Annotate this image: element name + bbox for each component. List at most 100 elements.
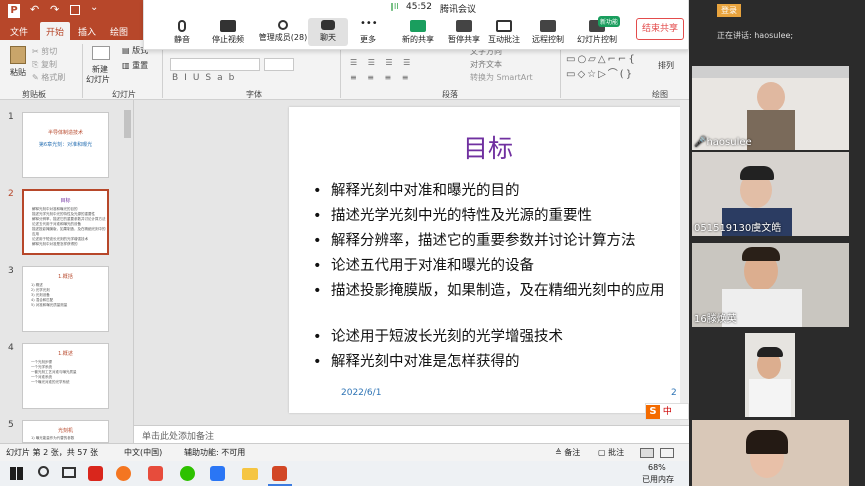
tab-insert[interactable]: 插入 — [78, 25, 96, 38]
thumbnail-title: 1.概括 — [58, 274, 73, 280]
slide-thumbnail[interactable]: 光刻机 1) 曝光能量作为代替的参数 — [22, 420, 109, 443]
end-share-button[interactable]: 结束共享 — [636, 18, 684, 40]
paragraph-group-label: 段落 — [442, 90, 458, 99]
paste-icon[interactable] — [10, 46, 26, 64]
slide-bullet[interactable]: • 解释光刻中对准是怎样获得的 — [313, 352, 663, 372]
paste-button[interactable]: 粘贴 — [10, 67, 26, 78]
quick-access-chevron-icon[interactable]: ⌄ — [90, 2, 98, 13]
new-feature-badge: 新功能 — [598, 16, 621, 27]
undo-icon[interactable]: ↶ — [30, 3, 39, 16]
arrange-button[interactable]: 排列 — [658, 60, 674, 71]
paragraph-list-icons[interactable]: ☰ ☰ ☰ ☰ — [350, 58, 414, 67]
stop-video-button[interactable]: 停止视频 — [208, 20, 248, 45]
paragraph-align-icons[interactable]: ≡ ≡ ≡ ≡ — [350, 73, 412, 82]
thumbnail-scrollbar[interactable] — [124, 110, 131, 138]
clipboard-group-label: 剪贴板 — [22, 90, 46, 99]
accessibility-status[interactable]: 辅助功能: 不可用 — [184, 447, 245, 458]
more-icon: ••• — [360, 18, 378, 29]
interactive-annotate-button[interactable]: 互动批注 — [484, 20, 524, 45]
cut-button[interactable]: ✂ 剪切 — [32, 46, 57, 57]
format-painter-button[interactable]: ✎ 格式刷 — [32, 72, 65, 83]
comments-toggle[interactable]: ▢ 批注 — [598, 447, 624, 458]
thumbnail-text: 1) 概述 2) 光学光刻 3) 光刻设备 4) 混合和匹配 5) 对准和曝光质量测量 — [31, 283, 68, 307]
pause-share-button[interactable]: 暂停共享 — [444, 20, 484, 45]
drawing-group-label: 绘图 — [652, 90, 668, 99]
smartart-button[interactable]: 转换为 SmartArt — [470, 72, 533, 83]
memory-label: 已用内存 — [642, 475, 674, 484]
participant-tile[interactable]: 🎤haosulee — [692, 66, 849, 150]
task-view-icon[interactable] — [62, 467, 76, 478]
manage-members-button[interactable]: 管理成员(28) — [258, 20, 308, 43]
app-red-icon[interactable] — [88, 466, 103, 481]
thumbnail-number: 3 — [8, 266, 14, 276]
new-slide-label: 幻灯片 — [86, 75, 110, 84]
app-orange-icon[interactable] — [148, 466, 163, 481]
taskbar: 68% 已用内存 — [0, 461, 689, 486]
reset-button[interactable]: ▥ 重置 — [122, 60, 148, 71]
windows-start-icon[interactable] — [10, 467, 23, 480]
new-slide-icon[interactable] — [92, 46, 110, 60]
thumbnail-number: 1 — [8, 112, 14, 122]
firefox-icon[interactable] — [116, 466, 131, 481]
slide-bullet[interactable]: • 解释光刻中对准和曝光的目的 — [313, 181, 663, 201]
current-slide[interactable]: 目标 • 解释光刻中对准和曝光的目的 • 描述光学光刻中光的特性及光源的重要性 • 解… — [289, 107, 687, 413]
folder-icon[interactable] — [242, 468, 258, 480]
app-logo: P — [8, 4, 20, 18]
powerpoint-icon[interactable] — [272, 466, 287, 481]
normal-view-icon[interactable] — [640, 448, 654, 458]
notes-pane[interactable]: 单击此处添加备注 — [134, 425, 689, 443]
font-size-box[interactable] — [264, 58, 294, 71]
participant-tile[interactable] — [692, 420, 849, 486]
pause-icon — [456, 20, 472, 32]
login-button[interactable]: 登录 — [717, 4, 741, 17]
slide-bullet[interactable]: • 论述用于短波长光刻的光学增强技术 — [313, 327, 663, 347]
slide-bullet[interactable]: • 解释分辨率，描述它的重要参数并讨论计算方法 — [313, 231, 675, 251]
tab-draw[interactable]: 绘图 — [110, 25, 128, 38]
slide-thumbnail[interactable]: 1.概述 一个光刻步骤 一个光学系统 一套光刻工艺对准与曝光质量 一个对准系统 一个曝光… — [22, 343, 109, 409]
font-name-box[interactable] — [170, 58, 260, 71]
tab-file[interactable]: 文件 — [10, 25, 28, 38]
tencent-meeting-icon[interactable] — [210, 466, 225, 481]
thumbnail-subtitle: 第6章光刻：对准和曝光 — [38, 142, 93, 148]
slides-group-label: 幻灯片 — [112, 90, 136, 99]
slide-thumbnail[interactable]: 半导体制造技术 第6章光刻：对准和曝光 — [22, 112, 109, 178]
slide-thumbnail[interactable]: 1.概括 1) 概述 2) 光学光刻 3) 光刻设备 4) 混合和匹配 5) 对准和曝光… — [22, 266, 109, 332]
slide-date: 2022/6/1 — [341, 388, 382, 398]
remote-control-button[interactable]: 远程控制 — [528, 20, 568, 45]
memory-percent: 68% — [648, 463, 666, 472]
shapes-gallery[interactable]: ▭○▱△⌐⌐{▭◇☆▷⌒(} — [566, 54, 637, 80]
align-text-button[interactable]: 对齐文本 — [470, 59, 502, 70]
language-status[interactable]: 中文(中国) — [124, 447, 162, 458]
slide-bullet[interactable]: • 描述投影掩膜版，如果制造，及在精细光刻中的应用 — [313, 281, 683, 301]
participant-tile[interactable]: 051519130虞文皓 — [692, 152, 849, 236]
sorter-view-icon[interactable] — [660, 448, 674, 458]
presentation-icon[interactable] — [70, 5, 80, 15]
slide-bullet[interactable]: • 论述五代用于对准和曝光的设备 — [313, 256, 663, 276]
thumbnail-title: 半导体制造技术 — [47, 130, 83, 136]
thumbnail-number: 5 — [8, 420, 14, 430]
copy-button[interactable]: ⎘ 复制 — [32, 59, 57, 70]
signal-icon: ∥ll — [390, 2, 399, 11]
more-button[interactable]: ••• 更多 — [348, 18, 388, 45]
redo-icon[interactable]: ↷ — [50, 3, 59, 16]
new-share-button[interactable]: 新的共享 — [398, 20, 438, 45]
wechat-icon[interactable] — [180, 466, 195, 481]
search-icon[interactable] — [38, 466, 49, 477]
slide-bullet[interactable]: • 描述光学光刻中光的特性及光源的重要性 — [313, 206, 663, 226]
participant-tile[interactable]: 16滕焕英 — [692, 243, 849, 327]
notes-toggle[interactable]: ≜ 备注 — [555, 447, 580, 458]
notes-placeholder[interactable]: 单击此处添加备注 — [142, 429, 214, 442]
mute-button[interactable]: 静音 — [162, 20, 202, 45]
ime-mode[interactable]: 中 — [663, 407, 672, 417]
participant-tile[interactable] — [745, 333, 795, 417]
tab-home[interactable]: 开始 — [40, 22, 71, 40]
slide-thumbnail-selected[interactable]: 目标 解释光刻中对准和曝光的目的 描述光学光刻中光的特性及光源的重要性 解释分辨率，… — [22, 189, 109, 255]
canvas-scrollbar[interactable] — [680, 100, 689, 425]
font-format-icons[interactable]: BIUSab — [172, 73, 240, 83]
share-screen-icon — [410, 20, 426, 32]
thumbnail-title: 1.概述 — [58, 351, 73, 357]
sogou-icon[interactable]: S — [646, 405, 660, 419]
slide-title[interactable]: 目标 — [289, 129, 687, 165]
chat-button[interactable]: 聊天 — [308, 18, 348, 46]
ime-toolbar[interactable]: S 中 — [645, 403, 689, 420]
